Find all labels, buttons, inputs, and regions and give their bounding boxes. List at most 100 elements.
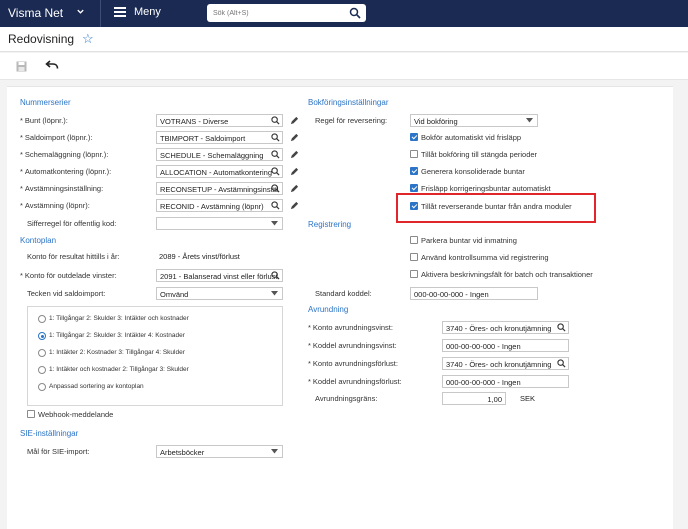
divider — [100, 0, 101, 27]
section-registrering: Registrering — [308, 220, 352, 229]
edit-pencil-icon[interactable] — [290, 116, 299, 125]
lookup-icon[interactable] — [271, 133, 280, 142]
radio-sort-option-4-label[interactable]: 1: Intäkter och kostnader 2: Tillgångar … — [49, 366, 189, 373]
label-korrigeringsbuntar: Frisläpp korrigeringsbuntar automatiskt — [421, 184, 551, 193]
label-avstamning: * Avstämning (löpnr): — [20, 201, 90, 210]
konto-avrundningsforlust-selector[interactable]: 3740 - Öres- och kronutjämning — [442, 357, 569, 370]
radio-sort-option-4[interactable] — [38, 366, 46, 374]
edit-pencil-icon[interactable] — [290, 167, 299, 176]
checkbox-reverserande-buntar[interactable] — [410, 202, 418, 210]
radio-sort-option-1[interactable] — [38, 315, 46, 323]
checkbox-bokfor-automatiskt[interactable] — [410, 133, 418, 141]
checkbox-korrigeringsbuntar[interactable] — [410, 184, 418, 192]
koddel-avrundningsvinst-input[interactable]: 000-00-00-000 - Ingen — [442, 339, 569, 352]
radio-sort-option-3-label[interactable]: 1: Intäkter 2: Kostnader 3: Tillgångar 4… — [49, 349, 185, 356]
label-schemalaggning: * Schemaläggning (löpnr.): — [20, 150, 109, 159]
edit-pencil-icon[interactable] — [290, 133, 299, 142]
search-input[interactable] — [213, 6, 343, 20]
koddel-avrundningsforlust-input[interactable]: 000-00-00-000 - Ingen — [442, 375, 569, 388]
label-avrundningsgrans: Avrundningsgräns: — [315, 394, 378, 403]
search-box[interactable] — [207, 4, 366, 22]
chevron-down-icon[interactable] — [76, 7, 85, 19]
radio-sort-option-1-label[interactable]: 1: Tillgångar 2: Skulder 3: Intäkter och… — [49, 315, 189, 322]
resultat-value: 2089 - Årets vinst/förlust — [159, 252, 240, 261]
favorite-star-icon[interactable]: ☆ — [82, 31, 94, 47]
lookup-icon[interactable] — [271, 271, 280, 280]
undo-icon[interactable] — [45, 59, 59, 71]
label-resultat: Konto för resultat hittills i år: — [27, 252, 120, 261]
save-icon[interactable] — [16, 61, 27, 72]
section-bokforing: Bokföringsinställningar — [308, 98, 389, 107]
avstamning-selector[interactable]: RECONID - Avstämning (löpnr) — [156, 199, 283, 212]
label-bunt: * Bunt (löpnr.): — [20, 116, 68, 125]
label-tecken: Tecken vid saldoimport: — [27, 289, 106, 298]
label-saldoimport: * Saldoimport (löpnr.): — [20, 133, 93, 142]
standard-koddel-input[interactable]: 000-00-00-000 - Ingen — [410, 287, 538, 300]
label-outdelade: * Konto för outdelade vinster: — [20, 271, 117, 280]
label-bokfor-automatiskt: Bokför automatiskt vid frisläpp — [421, 133, 522, 142]
lookup-icon[interactable] — [557, 359, 566, 368]
label-avstamningsinstallning: * Avstämningsinställning: — [20, 184, 104, 193]
avrundningsgrans-input[interactable]: 1,00 — [442, 392, 506, 405]
label-reverserande-buntar: Tillåt reverserande buntar från andra mo… — [421, 202, 572, 211]
checkbox-konsoliderade-buntar[interactable] — [410, 167, 418, 175]
checkbox-kontrollsumma[interactable] — [410, 253, 418, 261]
edit-pencil-icon[interactable] — [290, 150, 299, 159]
label-mal-sie: Mål för SIE-import: — [27, 447, 90, 456]
currency-label: SEK — [520, 394, 536, 403]
lookup-icon[interactable] — [271, 167, 280, 176]
outdelade-selector[interactable]: 2091 - Balanserad vinst eller förlust — [156, 269, 283, 282]
webhook-label: Webhook-meddelande — [38, 410, 114, 419]
label-kontrollsumma: Använd kontrollsumma vid registrering — [421, 253, 549, 262]
radio-sort-option-2[interactable] — [38, 332, 46, 340]
label-sifferregel: Sifferregel för offentlig kod: — [27, 219, 117, 228]
dropdown-arrow-icon[interactable] — [271, 221, 278, 226]
section-kontoplan: Kontoplan — [20, 236, 57, 245]
dropdown-arrow-icon[interactable] — [271, 291, 278, 296]
konto-avrundningsvinst-selector[interactable]: 3740 - Öres- och kronutjämning — [442, 321, 569, 334]
avstamningsinstallning-selector[interactable]: RECONSETUP - Avstämningsinställning — [156, 182, 283, 195]
brand-name[interactable]: Visma Net — [8, 6, 63, 20]
label-koddel-avrundningsforlust: * Koddel avrundningsförlust: — [308, 377, 402, 386]
label-konto-avrundningsvinst: * Konto avrundningsvinst: — [308, 323, 393, 332]
page-header: Redovisning ☆ — [0, 27, 688, 52]
schemalaggning-selector[interactable]: SCHEDULE - Schemaläggning — [156, 148, 283, 161]
edit-pencil-icon[interactable] — [290, 184, 299, 193]
checkbox-stangda-perioder[interactable] — [410, 150, 418, 158]
sifferregel-dropdown[interactable] — [156, 217, 283, 230]
radio-sort-option-3[interactable] — [38, 349, 46, 357]
radio-sort-option-5[interactable] — [38, 383, 46, 391]
checkbox-beskrivningsfalt[interactable] — [410, 270, 418, 278]
lookup-icon[interactable] — [271, 184, 280, 193]
lookup-icon[interactable] — [271, 201, 280, 210]
radio-sort-option-5-label[interactable]: Anpassad sortering av kontoplan — [49, 383, 144, 390]
label-beskrivningsfalt: Aktivera beskrivningsfält för batch och … — [421, 270, 593, 279]
label-standard-koddel: Standard koddel: — [315, 289, 372, 298]
regel-reversering-dropdown[interactable]: Vid bokföring — [410, 114, 538, 127]
tecken-dropdown[interactable]: Omvänd — [156, 287, 283, 300]
webhook-checkbox[interactable] — [27, 410, 35, 418]
mal-sie-dropdown[interactable]: Arbetsböcker — [156, 445, 283, 458]
lookup-icon[interactable] — [271, 150, 280, 159]
toolbar — [0, 53, 688, 80]
section-sie: SIE-inställningar — [20, 429, 79, 438]
label-stangda-perioder: Tillåt bokföring till stängda perioder — [421, 150, 538, 159]
saldoimport-selector[interactable]: TBIMPORT - Saldoimport — [156, 131, 283, 144]
menu-button[interactable]: Meny — [114, 6, 161, 18]
lookup-icon[interactable] — [557, 323, 566, 332]
label-koddel-avrundningsvinst: * Koddel avrundningsvinst: — [308, 341, 397, 350]
bunt-selector[interactable]: VOTRANS - Diverse — [156, 114, 283, 127]
label-automatkontering: * Automatkontering (löpnr.): — [20, 167, 112, 176]
label-konsoliderade-buntar: Generera konsoliderade buntar — [421, 167, 525, 176]
dropdown-arrow-icon[interactable] — [526, 118, 533, 123]
radio-sort-option-2-label[interactable]: 1: Tillgångar 2: Skulder 3: Intäkter 4: … — [49, 332, 185, 339]
lookup-icon[interactable] — [271, 116, 280, 125]
search-icon[interactable] — [349, 7, 361, 19]
edit-pencil-icon[interactable] — [290, 201, 299, 210]
checkbox-parkera-buntar[interactable] — [410, 236, 418, 244]
automatkontering-selector[interactable]: ALLOCATION - Automatkontering — [156, 165, 283, 178]
top-navigation-bar: Visma Net Meny — [0, 0, 688, 27]
hamburger-icon — [114, 7, 126, 17]
dropdown-arrow-icon[interactable] — [271, 449, 278, 454]
section-nummerserier: Nummerserier — [20, 98, 71, 107]
